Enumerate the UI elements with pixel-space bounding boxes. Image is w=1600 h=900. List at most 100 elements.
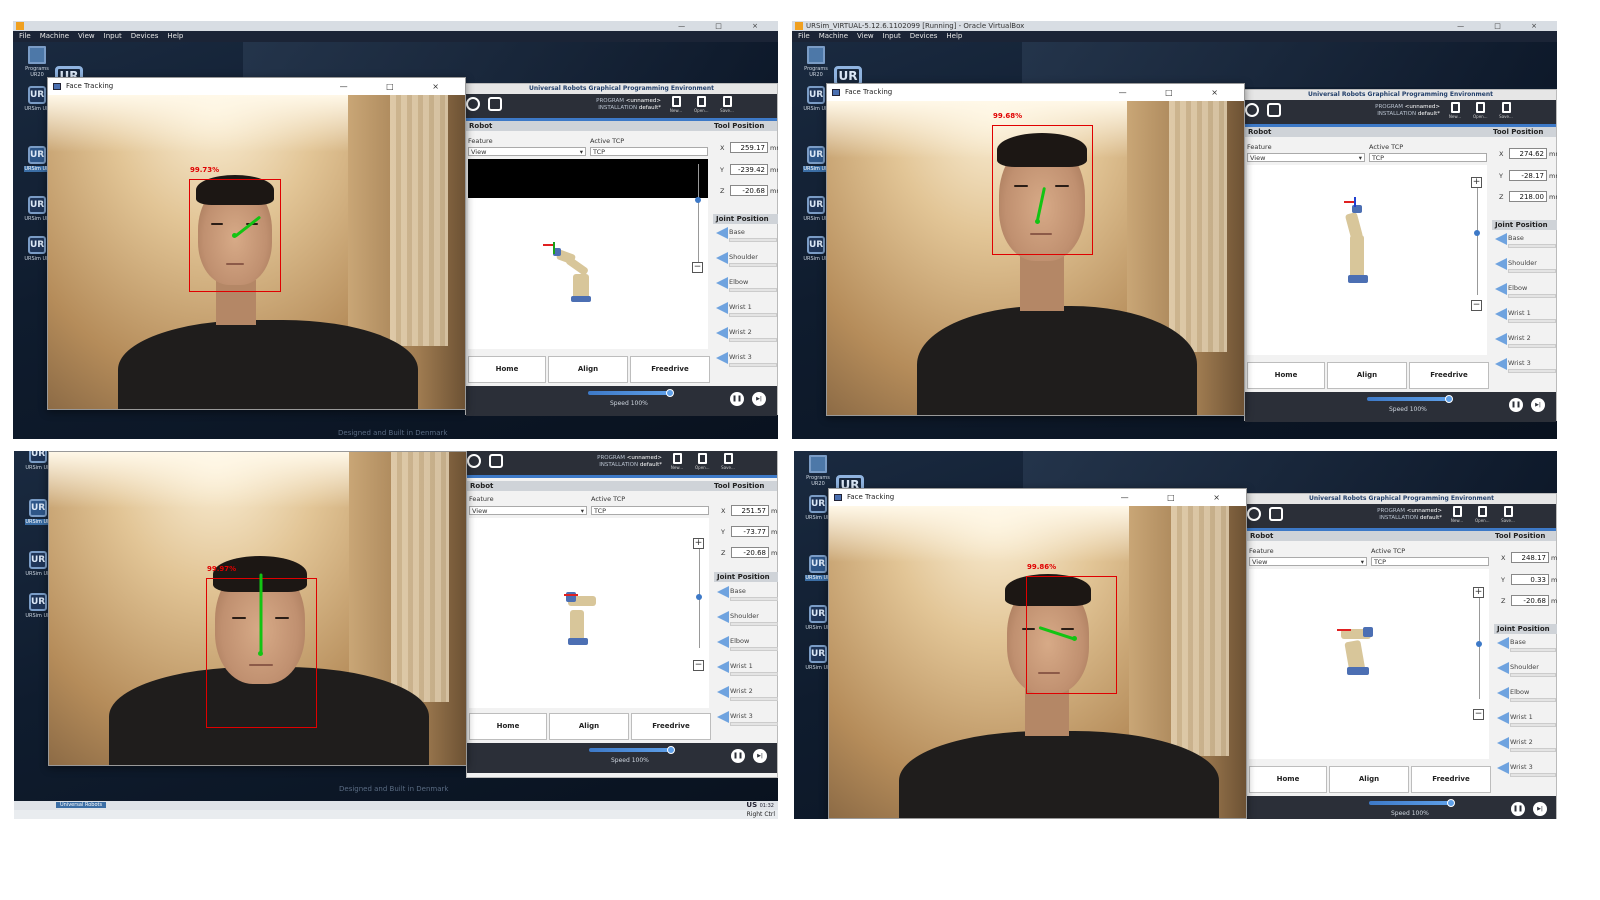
menu-devices[interactable]: Devices [910,32,938,40]
align-button[interactable]: Align [1329,766,1409,793]
pause-button[interactable]: ❚❚ [1509,398,1523,412]
joint-wrist-3[interactable]: Wrist 3 [713,352,778,372]
menu-view[interactable]: View [78,32,95,40]
home-button[interactable]: Home [1247,362,1325,389]
face-tracking-window[interactable]: Face Tracking — □ × 99.86% [828,488,1247,819]
active-tcp-dropdown[interactable]: TCP [590,147,708,156]
face-tracking-window[interactable]: Face Tracking — □ × 99.73% [47,77,466,410]
pause-button[interactable]: ❚❚ [730,392,744,406]
window-controls[interactable]: — □ × [1119,84,1236,101]
speed-slider[interactable] [1367,397,1451,401]
speed-handle[interactable] [666,389,674,397]
x-value[interactable]: 274.62 [1509,148,1547,159]
menu-file[interactable]: File [798,32,810,40]
joint-elbow[interactable]: Elbow [714,636,778,656]
pause-button[interactable]: ❚❚ [1511,802,1525,816]
robot-3d-view[interactable]: + − [1249,569,1489,759]
save-button[interactable]: Save... [720,96,734,113]
step-button[interactable]: ▶| [1531,398,1545,412]
feature-dropdown[interactable]: View ▾ [1247,153,1365,162]
joint-shoulder[interactable]: Shoulder [714,611,778,631]
open-button[interactable]: Open... [1473,102,1488,119]
speed-handle[interactable] [1445,395,1453,403]
window-controls[interactable]: — □ × [1457,21,1551,31]
new-button[interactable]: New... [1448,102,1462,119]
speed-handle[interactable] [667,746,675,754]
window-controls[interactable]: — □ × [340,78,457,95]
active-tcp-dropdown[interactable]: TCP [1371,557,1489,566]
freedrive-button[interactable]: Freedrive [1409,362,1489,389]
joint-wrist-1[interactable]: Wrist 1 [1494,712,1557,732]
joint-wrist-1[interactable]: Wrist 1 [713,302,778,322]
joint-wrist-2[interactable]: Wrist 2 [1492,333,1557,353]
run-icon[interactable] [1247,507,1261,521]
align-button[interactable]: Align [549,713,629,740]
y-value[interactable]: -28.17 [1509,170,1547,181]
menu-view[interactable]: View [857,32,874,40]
face-tracking-window[interactable]: Face Tracking — □ × 99.68% [826,83,1245,416]
run-icon[interactable] [466,97,480,111]
joint-base[interactable]: Base [1492,233,1557,253]
run-icon[interactable] [1245,103,1259,117]
home-button[interactable]: Home [1249,766,1327,793]
run-icon[interactable] [467,454,481,468]
open-button[interactable]: Open... [694,96,709,113]
joint-wrist-3[interactable]: Wrist 3 [714,711,778,731]
joint-base[interactable]: Base [714,586,778,606]
desktop-icon-programs[interactable]: Programs UR20 [800,455,836,487]
keyboard-lang[interactable]: US [746,801,757,809]
freedrive-button[interactable]: Freedrive [1411,766,1491,793]
step-button[interactable]: ▶| [752,392,766,406]
open-button[interactable]: Open... [1475,506,1490,523]
zoom-out-button[interactable]: − [1473,709,1484,720]
desktop-icon-programs[interactable]: Programs UR20 [19,46,55,78]
joint-elbow[interactable]: Elbow [713,277,778,297]
zoom-handle[interactable] [1474,230,1480,236]
freedrive-button[interactable]: Freedrive [630,356,710,383]
z-value[interactable]: -20.68 [730,185,768,196]
robot-3d-view[interactable]: + − [469,518,709,708]
pause-button[interactable]: ❚❚ [731,749,745,763]
align-button[interactable]: Align [1327,362,1407,389]
log-icon[interactable] [1269,507,1283,521]
feature-dropdown[interactable]: View ▾ [469,506,587,515]
joint-elbow[interactable]: Elbow [1494,687,1557,707]
zoom-out-button[interactable]: − [693,660,704,671]
joint-wrist-2[interactable]: Wrist 2 [714,686,778,706]
new-button[interactable]: New... [1450,506,1464,523]
feature-dropdown[interactable]: View ▾ [1249,557,1367,566]
joint-shoulder[interactable]: Shoulder [713,252,778,272]
z-value[interactable]: 218.00 [1509,191,1547,202]
zoom-in-button[interactable]: + [1471,177,1482,188]
y-value[interactable]: -73.77 [731,526,769,537]
joint-base[interactable]: Base [1494,637,1557,657]
menu-file[interactable]: File [19,32,31,40]
robot-3d-view[interactable]: + − [1247,165,1487,355]
zoom-handle[interactable] [1476,641,1482,647]
log-icon[interactable] [1267,103,1281,117]
y-value[interactable]: 0.33 [1511,574,1549,585]
save-button[interactable]: Save... [1499,102,1513,119]
zoom-in-button[interactable]: + [693,538,704,549]
log-icon[interactable] [488,97,502,111]
align-button[interactable]: Align [548,356,628,383]
home-button[interactable]: Home [468,356,546,383]
joint-wrist-1[interactable]: Wrist 1 [1492,308,1557,328]
step-button[interactable]: ▶| [1533,802,1547,816]
x-value[interactable]: 248.17 [1511,552,1549,563]
joint-wrist-2[interactable]: Wrist 2 [1494,737,1557,757]
joint-wrist-3[interactable]: Wrist 3 [1492,358,1557,378]
menu-input[interactable]: Input [883,32,901,40]
joint-elbow[interactable]: Elbow [1492,283,1557,303]
log-icon[interactable] [489,454,503,468]
active-tcp-dropdown[interactable]: TCP [591,506,709,515]
speed-slider[interactable] [1369,801,1453,805]
joint-wrist-2[interactable]: Wrist 2 [713,327,778,347]
z-value[interactable]: -20.68 [1511,595,1549,606]
speed-slider[interactable] [589,748,673,752]
menu-machine[interactable]: Machine [819,32,848,40]
feature-dropdown[interactable]: View ▾ [468,147,586,156]
zoom-in-button[interactable]: + [1473,587,1484,598]
joint-shoulder[interactable]: Shoulder [1492,258,1557,278]
home-button[interactable]: Home [469,713,547,740]
